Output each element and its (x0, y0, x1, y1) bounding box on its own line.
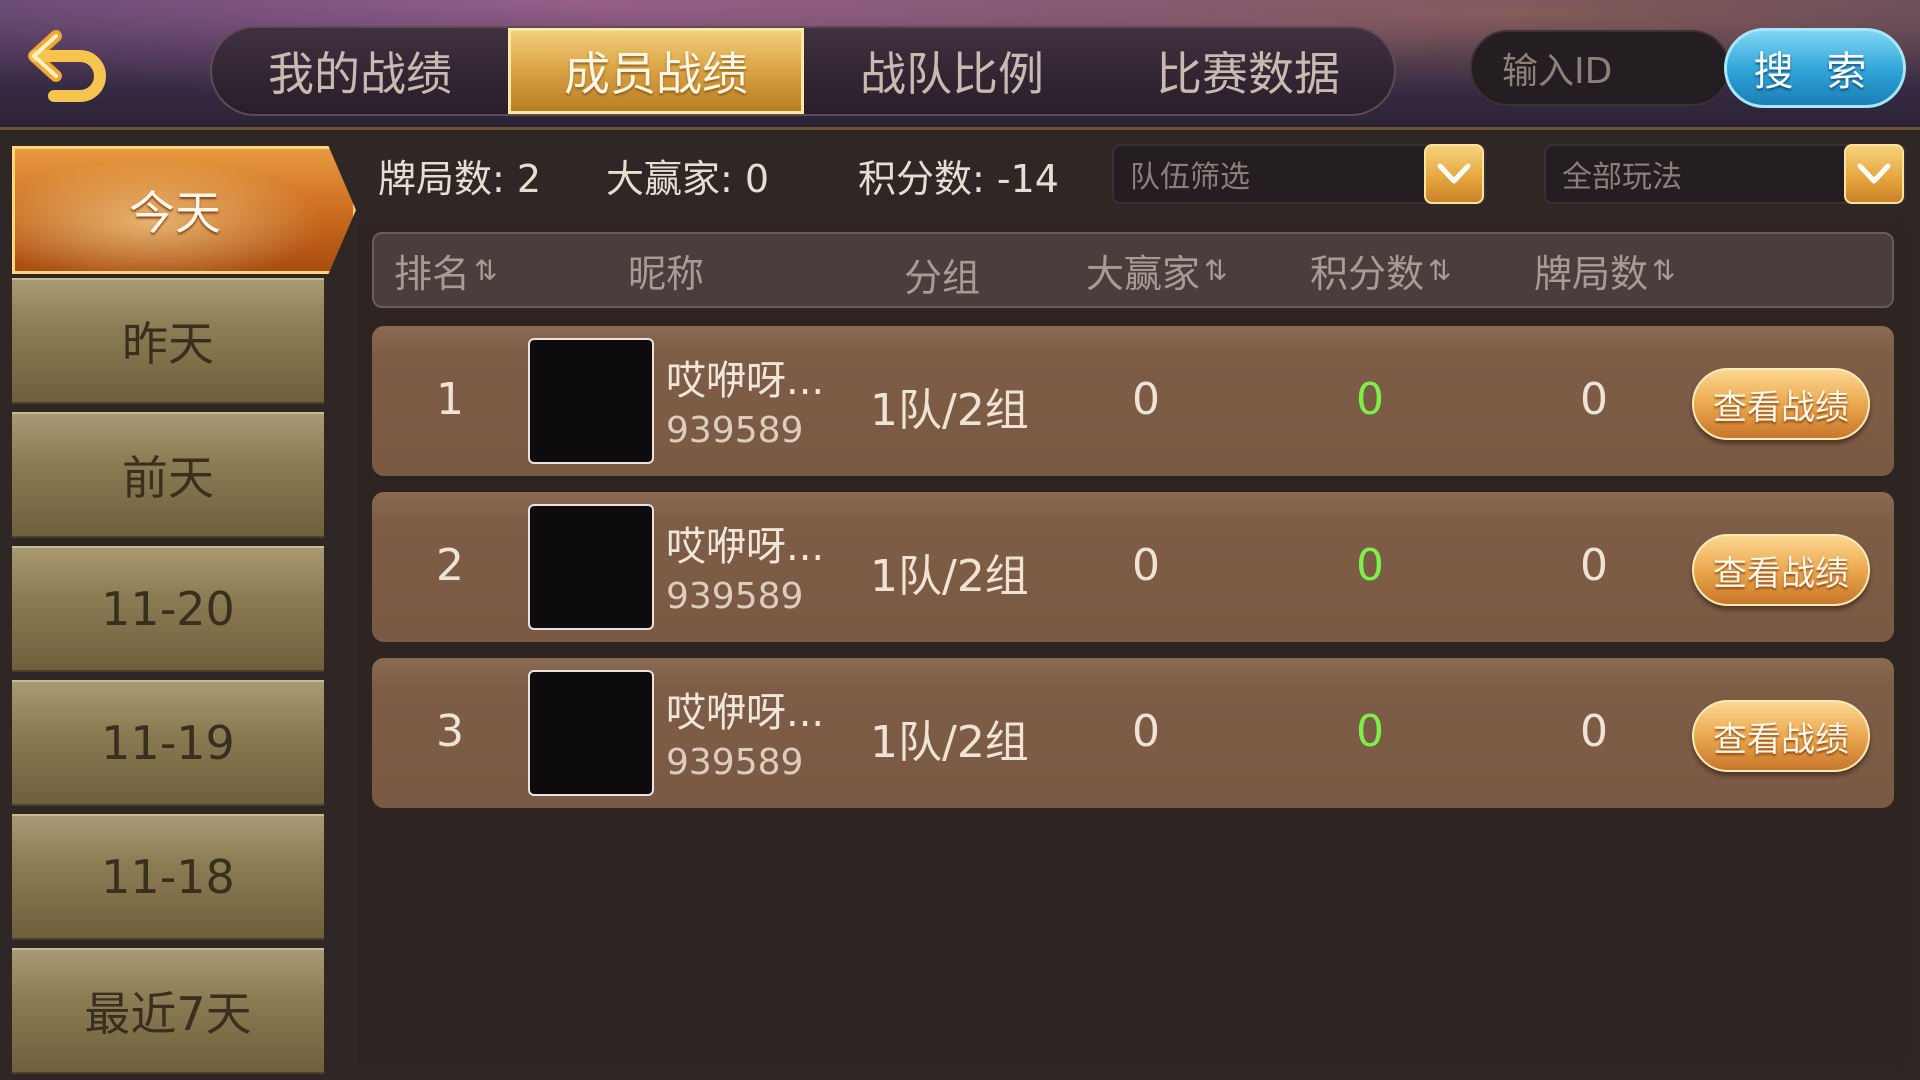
column-games-label: 牌局数 (1534, 251, 1649, 296)
big-winner-cell: 0 (1132, 374, 1160, 425)
column-nickname-label: 昵称 (628, 251, 705, 296)
tab-my-record[interactable]: 我的战绩 (212, 28, 508, 114)
sidebar-item-day-before[interactable]: 前天 (12, 412, 324, 538)
rank-cell: 1 (436, 374, 464, 425)
mode-filter-dropdown[interactable]: 全部玩法 (1544, 144, 1906, 204)
big-winner-cell: 0 (1132, 706, 1160, 757)
sort-icon: ⇅ (1428, 253, 1452, 287)
search-id-input[interactable]: 输入ID (1470, 30, 1730, 106)
column-header-group: 分组 (904, 238, 980, 310)
sidebar-item-yesterday[interactable]: 昨天 (12, 278, 324, 404)
avatar (528, 504, 654, 630)
total-games-stat: 牌局数: 2 (378, 157, 542, 201)
avatar (528, 670, 654, 796)
team-filter-dropdown[interactable]: 队伍筛选 (1112, 144, 1486, 204)
score-cell: 0 (1356, 540, 1384, 591)
group-cell: 1队/2组 (870, 717, 1029, 768)
sidebar-item-11-19[interactable]: 11-19 (12, 680, 324, 806)
tab-bar: 我的战绩 成员战绩 战队比例 比赛数据 (210, 26, 1396, 116)
sidebar-item-last-7-days[interactable]: 最近7天 (12, 948, 324, 1074)
score-stat: 积分数: -14 (858, 157, 1059, 201)
sidebar-item-11-18[interactable]: 11-18 (12, 814, 324, 940)
top-bar: 我的战绩 成员战绩 战队比例 比赛数据 输入ID 搜 索 (0, 0, 1920, 130)
nickname-cell: 哎咿呀... (666, 524, 825, 570)
player-id-cell: 939589 (666, 742, 804, 783)
score-cell: 0 (1356, 706, 1384, 757)
tab-team-ratio[interactable]: 战队比例 (804, 28, 1100, 114)
games-cell: 0 (1580, 706, 1608, 757)
nickname-cell: 哎咿呀... (666, 358, 825, 404)
sort-icon: ⇅ (474, 253, 498, 287)
column-header-big-winner[interactable]: 大赢家 ⇅ (1086, 234, 1228, 306)
table-row: 3 哎咿呀... 939589 1队/2组 0 0 0 查看战绩 (372, 658, 1894, 808)
group-cell: 1队/2组 (870, 551, 1029, 602)
back-arrow-icon[interactable] (26, 26, 110, 102)
column-rank-label: 排名 (394, 251, 471, 296)
column-group-label: 分组 (904, 255, 981, 300)
player-id-cell: 939589 (666, 576, 804, 617)
table-row: 2 哎咿呀... 939589 1队/2组 0 0 0 查看战绩 (372, 492, 1894, 642)
score-cell: 0 (1356, 374, 1384, 425)
big-winner-stat: 大赢家: 0 (606, 157, 770, 201)
table-row: 1 哎咿呀... 939589 1队/2组 0 0 0 查看战绩 (372, 326, 1894, 476)
column-header-score[interactable]: 积分数 ⇅ (1310, 234, 1452, 306)
player-id-cell: 939589 (666, 410, 804, 451)
sidebar-item-today[interactable]: 今天 (12, 146, 356, 274)
team-filter-label: 队伍筛选 (1130, 160, 1250, 195)
rank-cell: 3 (436, 706, 464, 757)
mode-filter-label: 全部玩法 (1562, 160, 1682, 195)
nickname-cell: 哎咿呀... (666, 690, 825, 736)
summary-bar: 牌局数: 2 大赢家: 0 积分数: -14 队伍筛选 全部玩法 (358, 140, 1908, 210)
main-panel: 牌局数: 2 大赢家: 0 积分数: -14 队伍筛选 全部玩法 排名 ⇅ 昵称 … (358, 140, 1908, 1070)
tab-match-data[interactable]: 比赛数据 (1100, 28, 1394, 114)
column-header-games[interactable]: 牌局数 ⇅ (1534, 234, 1676, 306)
column-score-label: 积分数 (1310, 251, 1425, 296)
chevron-down-icon[interactable] (1844, 144, 1904, 204)
big-winner-cell: 0 (1132, 540, 1160, 591)
search-button[interactable]: 搜 索 (1724, 28, 1906, 108)
sort-icon: ⇅ (1204, 253, 1228, 287)
games-cell: 0 (1580, 374, 1608, 425)
view-record-button[interactable]: 查看战绩 (1692, 368, 1870, 440)
sort-icon: ⇅ (1652, 253, 1676, 287)
member-table: 排名 ⇅ 昵称 分组 大赢家 ⇅ 积分数 ⇅ 牌局数 ⇅ 1 哎咿呀... 939589 (358, 218, 1908, 1070)
column-header-rank[interactable]: 排名 ⇅ (394, 234, 498, 306)
view-record-button[interactable]: 查看战绩 (1692, 700, 1870, 772)
games-cell: 0 (1580, 540, 1608, 591)
tab-member-record[interactable]: 成员战绩 (508, 28, 804, 114)
rank-cell: 2 (436, 540, 464, 591)
sidebar-item-11-20[interactable]: 11-20 (12, 546, 324, 672)
avatar (528, 338, 654, 464)
table-header: 排名 ⇅ 昵称 分组 大赢家 ⇅ 积分数 ⇅ 牌局数 ⇅ (372, 232, 1894, 308)
group-cell: 1队/2组 (870, 385, 1029, 436)
chevron-down-icon[interactable] (1424, 144, 1484, 204)
view-record-button[interactable]: 查看战绩 (1692, 534, 1870, 606)
column-big-winner-label: 大赢家 (1086, 251, 1201, 296)
column-header-nickname: 昵称 (628, 234, 704, 306)
